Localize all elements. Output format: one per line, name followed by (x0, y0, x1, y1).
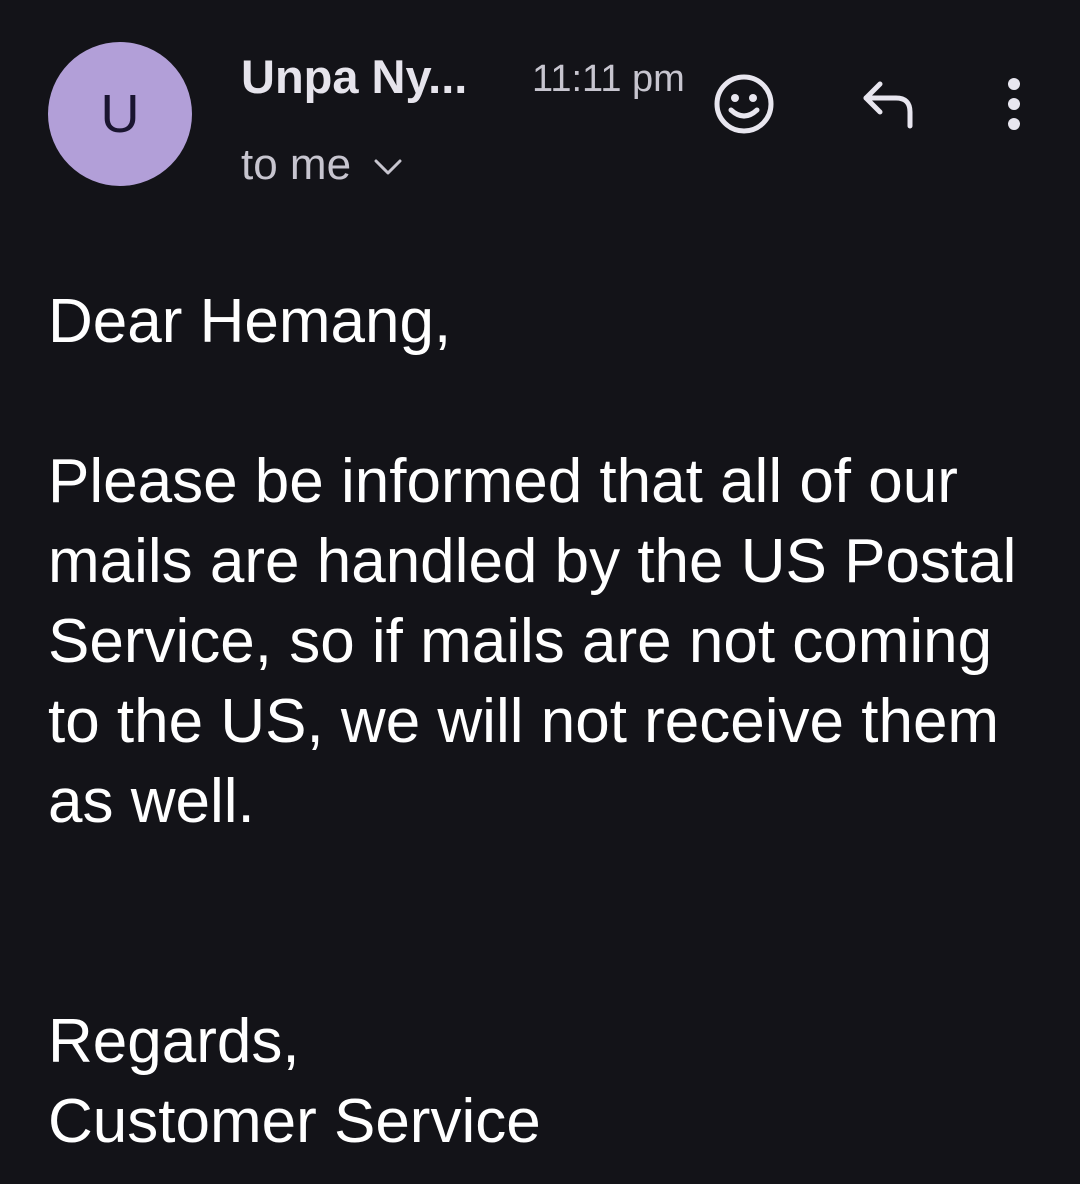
sender-name[interactable]: Unpa Ny... (241, 50, 467, 104)
add-reaction-button[interactable] (708, 68, 780, 140)
reply-arrow-icon (863, 81, 913, 129)
sender-initial: U (100, 84, 140, 144)
email-time: 11:11 pm (532, 58, 685, 100)
recipient-label: to me (241, 140, 352, 189)
chevron-down-icon (374, 159, 402, 175)
email-greeting: Dear Hemang, (48, 287, 452, 356)
more-vert-icon (1008, 78, 1020, 130)
email-signature: Customer Service (48, 1087, 541, 1156)
email-message: Please be informed that all of our mails… (48, 447, 1017, 836)
reply-button[interactable] (852, 72, 924, 136)
email-header: U Unpa Ny... 11:11 pm to me (0, 0, 1080, 220)
more-options-button[interactable] (986, 70, 1042, 138)
sender-avatar[interactable]: U (48, 42, 192, 186)
recipient-details-toggle[interactable]: to me (241, 140, 403, 191)
email-body: Dear Hemang, Please be informed that all… (48, 282, 1048, 1162)
email-closing: Regards, (48, 1007, 300, 1076)
smiley-icon (714, 74, 774, 134)
